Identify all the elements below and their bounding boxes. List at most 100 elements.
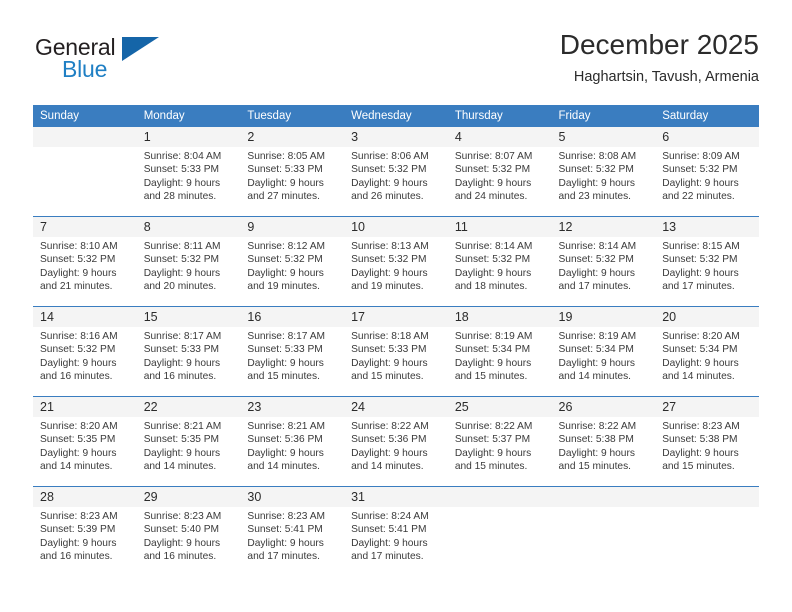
- calendar-day-cell[interactable]: 17 Sunrise: 8:18 AM Sunset: 5:33 PM Dayligh…: [344, 306, 448, 397]
- calendar-day-cell[interactable]: 21 Sunrise: 8:20 AM Sunset: 5:35 PM Dayligh…: [33, 396, 137, 487]
- calendar-day-cell[interactable]: 10 Sunrise: 8:13 AM Sunset: 5:32 PM Dayligh…: [344, 216, 448, 307]
- sunrise-time: Sunrise: 8:13 AM: [351, 241, 429, 252]
- daylight-duration-line2: and 17 minutes.: [247, 550, 320, 562]
- calendar-day-cell[interactable]: 8 Sunrise: 8:11 AM Sunset: 5:32 PM Daylight…: [136, 216, 241, 307]
- calendar-day-cell[interactable]: 6 Sunrise: 8:09 AM Sunset: 5:32 PM Daylight…: [655, 126, 759, 217]
- day-details: Sunrise: 8:05 AM Sunset: 5:33 PM Daylight:…: [240, 147, 344, 203]
- day-number: 26: [551, 397, 656, 417]
- calendar-day-cell[interactable]: 3 Sunrise: 8:06 AM Sunset: 5:32 PM Daylight…: [344, 126, 448, 217]
- sunrise-time: Sunrise: 8:06 AM: [351, 151, 429, 162]
- calendar-day-cell[interactable]: 19 Sunrise: 8:19 AM Sunset: 5:34 PM Dayligh…: [551, 306, 656, 397]
- calendar-day-cell[interactable]: 29 Sunrise: 8:23 AM Sunset: 5:40 PM Dayligh…: [136, 486, 241, 576]
- daylight-duration-line1: Daylight: 9 hours: [143, 447, 221, 459]
- daylight-duration-line1: Daylight: 9 hours: [247, 357, 324, 369]
- day-number: 31: [344, 487, 448, 507]
- title-block: December 2025 Haghartsin, Tavush, Armeni…: [560, 28, 759, 87]
- calendar-day-cell[interactable]: 25 Sunrise: 8:22 AM Sunset: 5:37 PM Dayligh…: [447, 396, 552, 487]
- calendar-day-cell[interactable]: 18 Sunrise: 8:19 AM Sunset: 5:34 PM Dayligh…: [447, 306, 552, 397]
- calendar-day-cell[interactable]: 28 Sunrise: 8:23 AM Sunset: 5:39 PM Dayligh…: [33, 486, 137, 576]
- day-number: 13: [655, 217, 759, 237]
- calendar-week-row: 21 Sunrise: 8:20 AM Sunset: 5:35 PM Dayligh…: [33, 396, 759, 487]
- calendar-week-row: 14 Sunrise: 8:16 AM Sunset: 5:32 PM Dayligh…: [33, 306, 759, 397]
- calendar-day-cell[interactable]: 20 Sunrise: 8:20 AM Sunset: 5:34 PM Dayligh…: [655, 306, 759, 397]
- day-number: 18: [447, 307, 552, 327]
- general-blue-logo[interactable]: General Blue: [33, 34, 163, 90]
- sunrise-time: Sunrise: 8:14 AM: [558, 241, 637, 252]
- sunset-time: Sunset: 5:38 PM: [662, 434, 738, 446]
- sunset-time: Sunset: 5:33 PM: [143, 344, 220, 356]
- day-details: Sunrise: 8:22 AM Sunset: 5:36 PM Daylight:…: [344, 417, 448, 473]
- daylight-duration-line2: and 14 minutes.: [143, 460, 217, 472]
- sunset-time: Sunset: 5:37 PM: [454, 434, 531, 446]
- sunset-time: Sunset: 5:40 PM: [143, 524, 220, 536]
- calendar-day-cell[interactable]: 13 Sunrise: 8:15 AM Sunset: 5:32 PM Dayligh…: [655, 216, 759, 307]
- daylight-duration-line1: Daylight: 9 hours: [351, 267, 428, 279]
- sunrise-time: Sunrise: 8:04 AM: [143, 151, 222, 162]
- day-number: 23: [240, 397, 345, 417]
- calendar-day-cell[interactable]: 2 Sunrise: 8:05 AM Sunset: 5:33 PM Daylight…: [240, 126, 345, 217]
- day-details: [552, 507, 656, 510]
- daylight-duration-line2: and 15 minutes.: [662, 460, 735, 472]
- day-details: [655, 507, 759, 510]
- daylight-duration-line2: and 17 minutes.: [351, 550, 424, 562]
- day-details: Sunrise: 8:24 AM Sunset: 5:41 PM Daylight:…: [344, 507, 448, 563]
- daylight-duration-line2: and 23 minutes.: [558, 190, 632, 202]
- calendar-day-cell[interactable]: 31 Sunrise: 8:24 AM Sunset: 5:41 PM Dayligh…: [344, 486, 448, 576]
- calendar-day-cell[interactable]: 9 Sunrise: 8:12 AM Sunset: 5:32 PM Daylight…: [240, 216, 345, 307]
- calendar-day-cell[interactable]: 15 Sunrise: 8:17 AM Sunset: 5:33 PM Dayligh…: [136, 306, 241, 397]
- daylight-duration-line1: Daylight: 9 hours: [351, 177, 428, 189]
- daylight-duration-line2: and 16 minutes.: [40, 550, 113, 562]
- calendar-day-cell[interactable]: 4 Sunrise: 8:07 AM Sunset: 5:32 PM Daylight…: [447, 126, 552, 217]
- calendar-day-cell[interactable]: 16 Sunrise: 8:17 AM Sunset: 5:33 PM Dayligh…: [240, 306, 345, 397]
- calendar-day-cell[interactable]: 24 Sunrise: 8:22 AM Sunset: 5:36 PM Dayligh…: [344, 396, 448, 487]
- day-details: Sunrise: 8:07 AM Sunset: 5:32 PM Daylight:…: [448, 147, 552, 203]
- daylight-duration-line1: Daylight: 9 hours: [143, 177, 221, 189]
- day-number: 22: [136, 397, 241, 417]
- day-details: Sunrise: 8:08 AM Sunset: 5:32 PM Daylight:…: [552, 147, 656, 203]
- sunrise-time: Sunrise: 8:16 AM: [40, 331, 118, 342]
- sunset-time: Sunset: 5:34 PM: [662, 344, 738, 356]
- calendar-day-cell[interactable]: 12 Sunrise: 8:14 AM Sunset: 5:32 PM Dayligh…: [551, 216, 656, 307]
- calendar-day-cell[interactable]: 23 Sunrise: 8:21 AM Sunset: 5:36 PM Dayligh…: [240, 396, 345, 487]
- calendar-day-cell[interactable]: 22 Sunrise: 8:21 AM Sunset: 5:35 PM Dayligh…: [136, 396, 241, 487]
- daylight-duration-line2: and 21 minutes.: [40, 280, 113, 292]
- day-details: Sunrise: 8:16 AM Sunset: 5:32 PM Daylight:…: [33, 327, 137, 383]
- day-details: Sunrise: 8:23 AM Sunset: 5:41 PM Daylight:…: [240, 507, 344, 563]
- daylight-duration-line1: Daylight: 9 hours: [143, 357, 221, 369]
- sunrise-time: Sunrise: 8:23 AM: [662, 421, 740, 432]
- day-details: Sunrise: 8:21 AM Sunset: 5:36 PM Daylight:…: [240, 417, 344, 473]
- daylight-duration-line2: and 14 minutes.: [40, 460, 113, 472]
- calendar-day-cell[interactable]: 30 Sunrise: 8:23 AM Sunset: 5:41 PM Dayligh…: [240, 486, 345, 576]
- logo-triangle-icon: [122, 37, 159, 61]
- calendar-day-cell[interactable]: 11 Sunrise: 8:14 AM Sunset: 5:32 PM Dayligh…: [447, 216, 552, 307]
- sunrise-time: Sunrise: 8:09 AM: [662, 151, 740, 162]
- day-details: [448, 507, 552, 510]
- sunset-time: Sunset: 5:33 PM: [143, 164, 220, 176]
- calendar-day-cell[interactable]: 27 Sunrise: 8:23 AM Sunset: 5:38 PM Dayligh…: [655, 396, 759, 487]
- day-number: 21: [33, 397, 137, 417]
- sunrise-time: Sunrise: 8:17 AM: [143, 331, 222, 342]
- daylight-duration-line1: Daylight: 9 hours: [662, 447, 739, 459]
- weekday-header-saturday: Saturday: [655, 105, 759, 127]
- sunrise-time: Sunrise: 8:22 AM: [454, 421, 533, 432]
- sunset-time: Sunset: 5:32 PM: [454, 164, 531, 176]
- sunrise-time: Sunrise: 8:12 AM: [247, 241, 325, 252]
- calendar-day-cell[interactable]: 7 Sunrise: 8:10 AM Sunset: 5:32 PM Daylight…: [33, 216, 137, 307]
- sunset-time: Sunset: 5:36 PM: [351, 434, 427, 446]
- calendar-day-cell[interactable]: 1 Sunrise: 8:04 AM Sunset: 5:33 PM Daylight…: [136, 126, 241, 217]
- sunset-time: Sunset: 5:32 PM: [662, 254, 738, 266]
- daylight-duration-line1: Daylight: 9 hours: [558, 267, 635, 279]
- calendar-week-row: 28 Sunrise: 8:23 AM Sunset: 5:39 PM Dayligh…: [33, 486, 759, 576]
- calendar-day-cell[interactable]: 5 Sunrise: 8:08 AM Sunset: 5:32 PM Daylight…: [551, 126, 656, 217]
- daylight-duration-line1: Daylight: 9 hours: [558, 357, 635, 369]
- day-number: 14: [33, 307, 137, 327]
- daylight-duration-line2: and 16 minutes.: [143, 370, 217, 382]
- calendar-day-cell[interactable]: 26 Sunrise: 8:22 AM Sunset: 5:38 PM Dayligh…: [551, 396, 656, 487]
- daylight-duration-line1: Daylight: 9 hours: [247, 447, 324, 459]
- day-number: 10: [344, 217, 448, 237]
- day-details: Sunrise: 8:23 AM Sunset: 5:40 PM Daylight:…: [137, 507, 241, 563]
- weekday-header-sunday: Sunday: [33, 105, 137, 127]
- daylight-duration-line1: Daylight: 9 hours: [351, 447, 428, 459]
- calendar-day-cell[interactable]: 14 Sunrise: 8:16 AM Sunset: 5:32 PM Dayligh…: [33, 306, 137, 397]
- daylight-duration-line1: Daylight: 9 hours: [40, 267, 117, 279]
